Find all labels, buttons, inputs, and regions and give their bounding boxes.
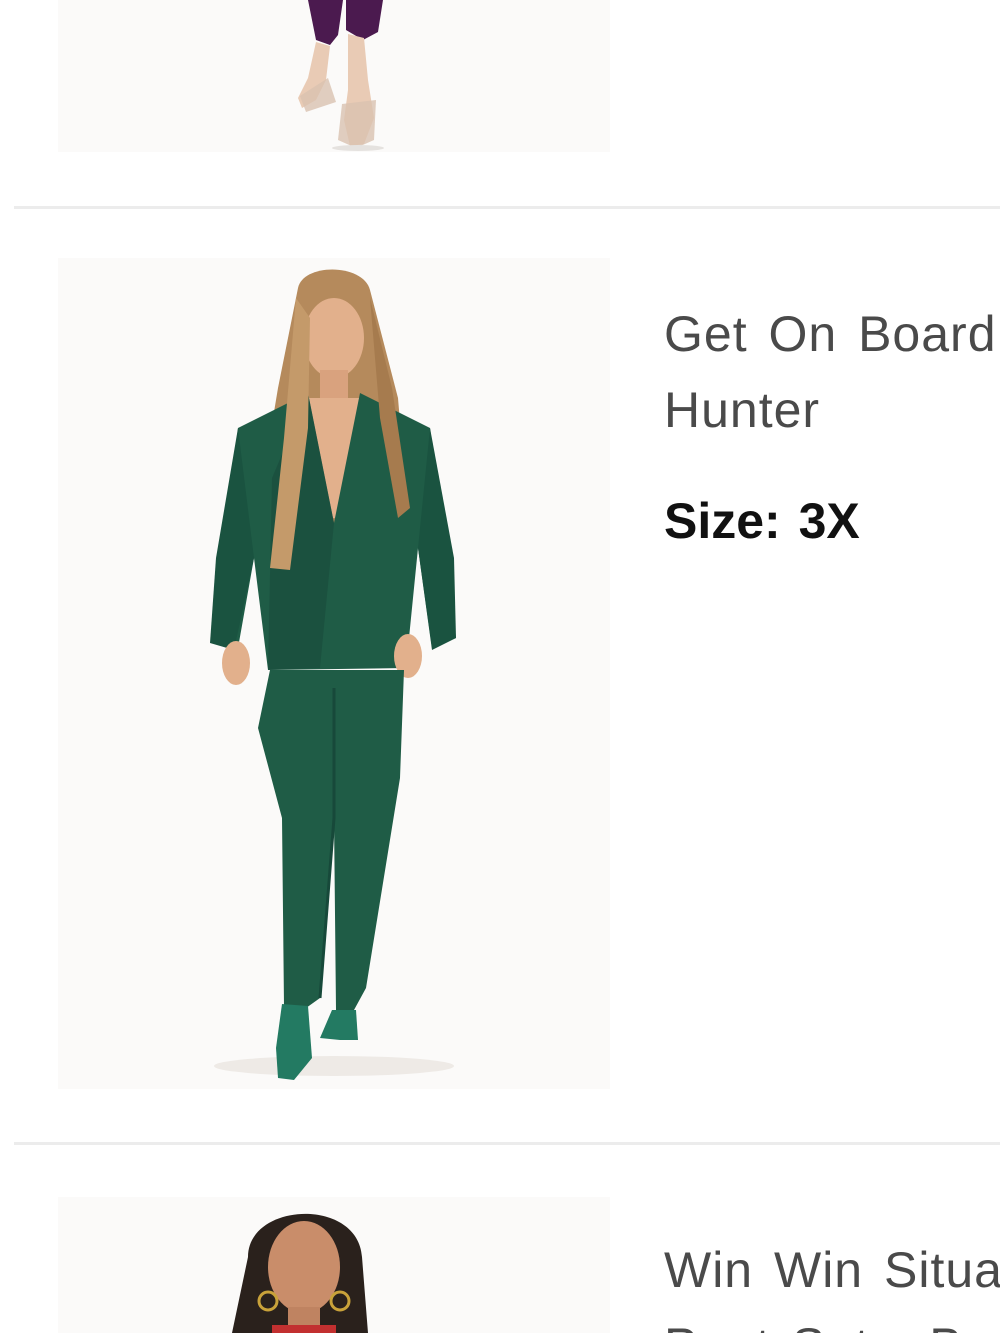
product-title-line-1: Win Win Situa [664,1242,1000,1298]
product-title[interactable]: Win Win Situa Pant Set - B [664,1232,1000,1333]
product-image-red-set[interactable] [58,1197,610,1333]
product-title-line-2: Pant Set - B [664,1308,1000,1333]
product-size: Size: 3X [664,492,860,550]
product-image-green-suit[interactable] [58,258,610,1089]
item-divider [14,1142,1000,1145]
size-value: 3X [798,493,860,549]
item-divider [14,206,1000,209]
product-title-line-2: Hunter [664,382,821,438]
product-title[interactable]: Get On Board Hunter [664,296,1000,448]
product-image-purple-pants[interactable] [58,0,610,152]
size-label: Size: [664,493,781,549]
product-title-line-1: Get On Board [664,306,997,362]
cart-list: Get On Board Hunter Size: 3X Win Win Sit… [0,0,1000,1333]
